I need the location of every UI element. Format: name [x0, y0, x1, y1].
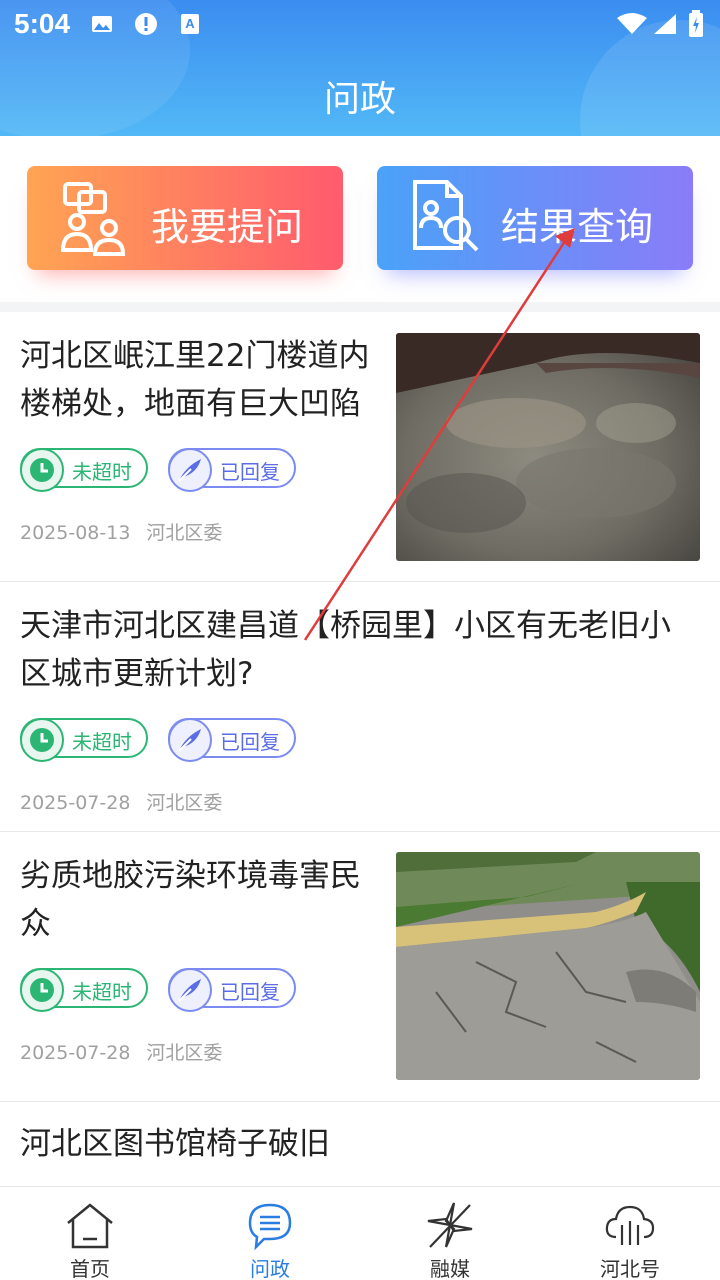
- action-panel: 我要提问 结果查询: [0, 136, 720, 304]
- list-item-org: 河北区委: [146, 792, 223, 814]
- pinwheel-icon: [427, 1202, 473, 1248]
- ask-question-label: 我要提问: [151, 205, 304, 249]
- list-item-org: 河北区委: [146, 1042, 223, 1064]
- status-bar: 5:04 A: [0, 0, 720, 50]
- list-item-title: 天津市河北区建昌道【桥园里】小区有无老旧小 区城市更新计划?: [20, 602, 671, 698]
- result-query-label: 结果查询: [501, 205, 654, 249]
- document-search-icon: [413, 180, 479, 252]
- title-line: 楼梯处，地面有巨大凹陷: [20, 386, 361, 422]
- alert-icon: [135, 13, 157, 35]
- status-badge-label: 已回复: [220, 980, 280, 1004]
- status-badge-label: 未超时: [72, 460, 132, 484]
- nav-label: 首页: [70, 1257, 110, 1280]
- feather-icon: [168, 448, 212, 492]
- title-line: 河北区岷江里22门楼道内: [20, 338, 370, 374]
- title-line: 天津市河北区建昌道【桥园里】小区有无老旧小: [20, 608, 671, 644]
- nav-item-rongmei[interactable]: 融媒: [360, 1187, 540, 1280]
- clock-icon: [20, 448, 64, 492]
- list-item-org: 河北区委: [146, 522, 223, 544]
- cloud-icon: [605, 1205, 655, 1245]
- list-item-title: 河北区图书馆椅子破旧: [20, 1120, 330, 1168]
- list-item[interactable]: 河北区图书馆椅子破旧: [0, 1102, 720, 1192]
- feather-icon: [168, 968, 212, 1012]
- list-item-meta: 2025-07-28 河北区委: [20, 1038, 222, 1065]
- bottom-nav: 首页 问政 融媒 河北号: [0, 1186, 720, 1280]
- status-badge-label: 未超时: [72, 730, 132, 754]
- list-item-meta: 2025-07-28 河北区委: [20, 788, 222, 815]
- nav-label: 河北号: [600, 1257, 660, 1280]
- list-item-thumbnail: [396, 852, 700, 1080]
- title-line: 区城市更新计划?: [20, 656, 254, 692]
- status-badge-replied: 已回复: [168, 968, 296, 1012]
- ask-question-button[interactable]: 我要提问: [27, 166, 343, 270]
- nav-item-wenzheng[interactable]: 问政: [180, 1187, 360, 1280]
- list-item-date: 2025-08-13: [20, 522, 131, 544]
- list-item-date: 2025-07-28: [20, 792, 131, 814]
- app-header: 5:04 A 问政: [0, 0, 720, 136]
- gallery-icon: [92, 16, 112, 32]
- status-badge-timeout: 未超时: [20, 448, 148, 492]
- list-item-title: 河北区岷江里22门楼道内 楼梯处，地面有巨大凹陷: [20, 332, 369, 428]
- clock-icon: [20, 718, 64, 762]
- list-item[interactable]: 劣质地胶污染环境毒害民 众 未超时 已回复 2025-07-28 河北区委: [0, 832, 720, 1102]
- nav-label: 融媒: [430, 1257, 470, 1280]
- feather-icon: [168, 718, 212, 762]
- page-title: 问政: [323, 79, 396, 120]
- signal-icon: [654, 14, 676, 34]
- message-icon: [248, 1203, 292, 1251]
- battery-icon: [689, 10, 703, 37]
- home-icon: [67, 1203, 113, 1249]
- title-line: 河北区图书馆椅子破旧: [20, 1126, 330, 1162]
- list-item[interactable]: 天津市河北区建昌道【桥园里】小区有无老旧小 区城市更新计划? 未超时 已回复 2…: [0, 582, 720, 832]
- list-item[interactable]: 河北区岷江里22门楼道内 楼梯处，地面有巨大凹陷 未超时 已回复 2025-08…: [0, 312, 720, 582]
- section-divider: [0, 302, 720, 312]
- list-item-meta: 2025-08-13 河北区委: [20, 518, 222, 545]
- nav-item-home[interactable]: 首页: [0, 1187, 180, 1280]
- nav-item-hebeihao[interactable]: 河北号: [540, 1187, 720, 1280]
- status-badge-label: 已回复: [220, 730, 280, 754]
- status-badge-replied: 已回复: [168, 448, 296, 492]
- nav-label: 问政: [250, 1257, 290, 1280]
- title-line: 众: [20, 906, 51, 942]
- list-item-date: 2025-07-28: [20, 1042, 131, 1064]
- list-item-thumbnail: [396, 333, 700, 561]
- svg-text:A: A: [185, 16, 195, 31]
- ask-people-icon: [60, 182, 126, 256]
- status-badge-label: 已回复: [220, 460, 280, 484]
- status-badge-replied: 已回复: [168, 718, 296, 762]
- input-method-icon: A: [181, 14, 199, 34]
- list-item-title: 劣质地胶污染环境毒害民 众: [20, 852, 361, 948]
- clock-icon: [20, 968, 64, 1012]
- status-badge-label: 未超时: [72, 980, 132, 1004]
- status-badge-timeout: 未超时: [20, 968, 148, 1012]
- result-query-button[interactable]: 结果查询: [377, 166, 693, 270]
- wifi-icon: [617, 13, 647, 34]
- status-time: 5:04: [14, 8, 71, 39]
- title-line: 劣质地胶污染环境毒害民: [20, 858, 361, 894]
- status-badge-timeout: 未超时: [20, 718, 148, 762]
